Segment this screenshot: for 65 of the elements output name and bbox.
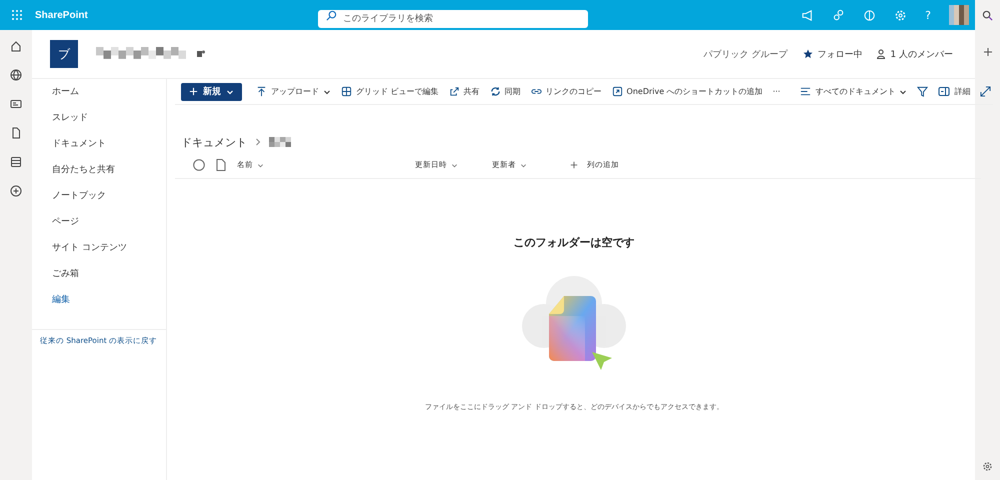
nav-item[interactable]: 自分たちと共有 — [52, 163, 166, 189]
details-button[interactable]: 詳細 — [938, 86, 970, 97]
file-type-icon — [216, 159, 226, 171]
search-field[interactable]: このライブラリを検索 — [318, 10, 588, 28]
toolbar-button[interactable]: アップロード — [256, 86, 331, 97]
megaphone-icon[interactable] — [801, 8, 814, 22]
site-logo[interactable]: ブ — [50, 40, 78, 68]
expand-icon[interactable] — [980, 86, 992, 97]
more-button[interactable]: ··· — [772, 87, 780, 96]
toolbar-button[interactable]: 共有 — [448, 86, 480, 97]
add-icon[interactable] — [982, 47, 992, 57]
empty-title: このフォルダーは空です — [514, 235, 635, 250]
star-icon — [803, 49, 814, 59]
plus-icon — [189, 87, 198, 96]
toolbar-button[interactable]: リンクのコピー — [530, 86, 602, 97]
avatar[interactable] — [949, 5, 969, 25]
chevron-down-icon — [899, 88, 908, 96]
nav-item[interactable]: ノートブック — [52, 189, 166, 215]
people-icon[interactable] — [832, 8, 846, 22]
list-icon[interactable] — [10, 156, 22, 168]
new-button[interactable]: 新規 — [181, 82, 242, 100]
nav-item[interactable]: サイト コンテンツ — [52, 241, 166, 267]
search-icon[interactable] — [982, 10, 993, 21]
circle-icon[interactable] — [863, 8, 876, 22]
nav-item[interactable]: ごみ箱 — [52, 267, 166, 293]
plus-icon — [570, 161, 578, 169]
share-icon — [448, 86, 460, 97]
person-icon — [876, 49, 886, 59]
select-all-checkbox[interactable] — [193, 159, 205, 171]
grid-icon — [341, 86, 352, 97]
chevron-down-icon — [520, 162, 527, 168]
nav-item[interactable]: スレッド — [52, 111, 166, 137]
follow-button[interactable]: フォロー中 — [801, 48, 864, 60]
nav-item[interactable]: ドキュメント — [52, 137, 166, 163]
settings-icon[interactable] — [982, 461, 993, 472]
filter-icon[interactable] — [917, 86, 928, 97]
nav-item[interactable]: ホーム — [52, 85, 166, 111]
link-icon — [530, 86, 542, 97]
nav-item[interactable]: 編集 — [52, 293, 166, 319]
view-selector[interactable]: すべてのドキュメント — [800, 86, 908, 97]
panel-icon — [938, 86, 950, 97]
news-icon[interactable] — [10, 98, 22, 110]
lines-icon — [800, 86, 812, 97]
teams-icon[interactable] — [196, 49, 206, 59]
toolbar-button[interactable]: 同期 — [490, 86, 521, 97]
privacy-label: パブリック グループ — [704, 48, 788, 60]
folder-name-blurred — [269, 137, 291, 147]
breadcrumb-link[interactable]: ドキュメント — [181, 134, 247, 150]
sync-icon — [490, 86, 501, 97]
home-icon[interactable] — [10, 40, 22, 52]
toolbar-button[interactable]: グリッド ビューで編集 — [341, 86, 439, 97]
app-launcher-icon[interactable] — [11, 9, 23, 21]
document-icon[interactable] — [10, 127, 22, 139]
chevron-down-icon — [451, 162, 458, 168]
chevron-down-icon — [226, 88, 234, 96]
nav-item[interactable]: ページ — [52, 215, 166, 241]
toolbar-button[interactable]: OneDrive へのショートカットの追加 — [612, 86, 763, 97]
shortcut-icon — [612, 86, 623, 97]
search-icon — [326, 10, 337, 21]
members-button[interactable]: 1 人のメンバー — [874, 48, 955, 60]
chevron-right-icon — [255, 138, 261, 146]
globe-icon[interactable] — [10, 69, 22, 81]
add-icon[interactable] — [10, 185, 22, 197]
chevron-down-icon — [257, 162, 264, 168]
upload-icon — [256, 86, 267, 97]
